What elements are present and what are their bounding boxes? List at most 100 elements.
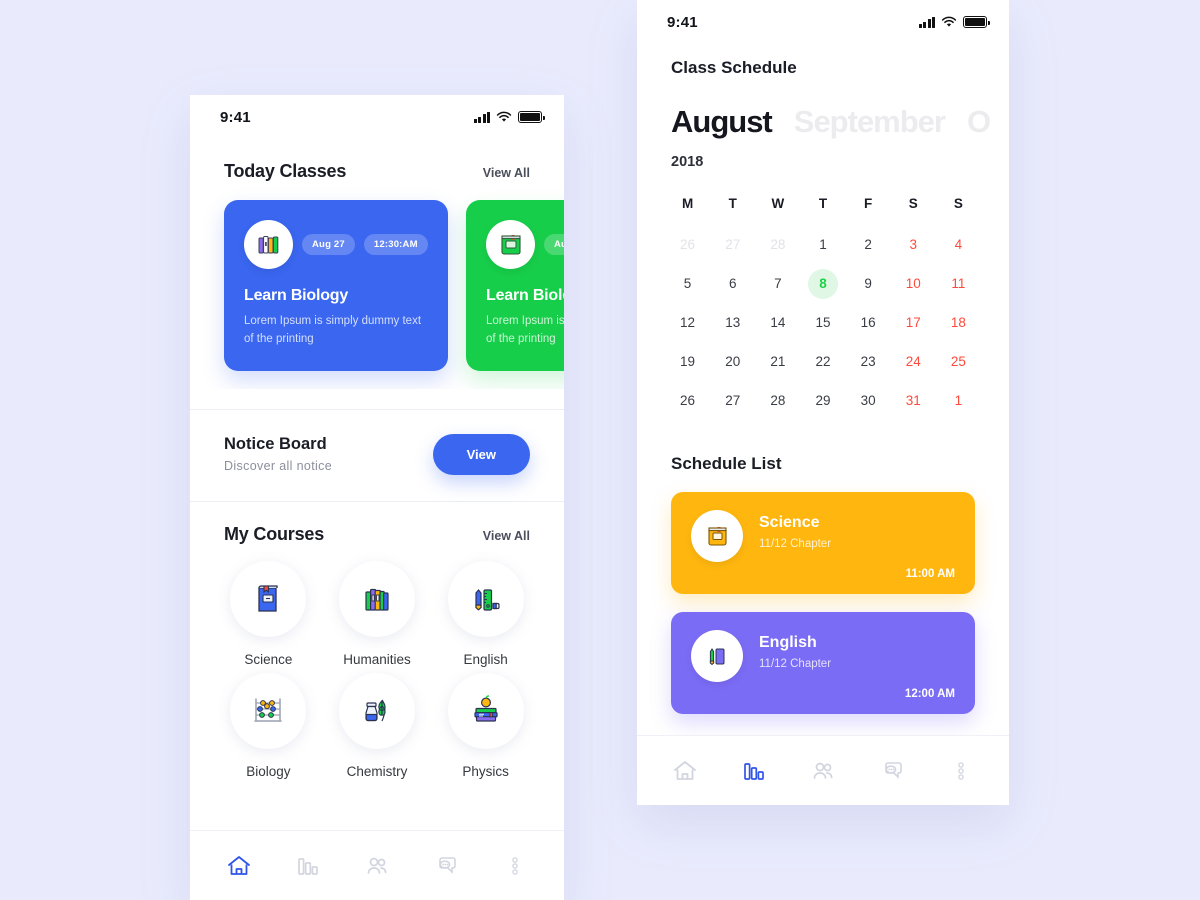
course-item-humanities[interactable]: Humanities (323, 560, 432, 667)
schedule-card-english[interactable]: English 11/12 Chapter 12:00 AM (671, 612, 975, 714)
schedule-card-chapter: 11/12 Chapter (759, 538, 832, 550)
calendar-day-number: 4 (954, 237, 963, 252)
chat-icon (439, 856, 456, 874)
calendar-day[interactable]: 25 (936, 342, 981, 381)
status-bar-left: 9:41 (190, 95, 564, 139)
notice-view-button[interactable]: View (432, 433, 530, 475)
calendar-day[interactable]: 6 (710, 264, 755, 303)
class-card-title: Learn Biology (244, 287, 349, 304)
class-card-blue[interactable]: Aug 27 12:30:AM Learn Biology Lorem Ipsu… (224, 200, 448, 371)
notice-board-section: Notice Board Discover all notice View (190, 410, 564, 501)
today-classes-carousel[interactable]: Aug 27 12:30:AM Learn Biology Lorem Ipsu… (190, 182, 564, 389)
my-courses-header: My Courses View All (190, 524, 564, 545)
calendar-day[interactable]: 28 (755, 381, 800, 420)
calendar-day[interactable]: 31 (891, 381, 936, 420)
calendar-day[interactable]: 29 (800, 381, 845, 420)
month-selector[interactable]: August September O (637, 78, 1009, 140)
calendar-day-selected[interactable]: 8 (800, 264, 845, 303)
nav-chat-button[interactable] (424, 844, 468, 888)
calendar-day[interactable]: 24 (891, 342, 936, 381)
today-view-all-link[interactable]: View All (483, 166, 530, 180)
dow-label: F (864, 196, 873, 211)
course-item-biology[interactable]: Biology (214, 672, 323, 779)
course-item-chemistry[interactable]: Chemistry (323, 672, 432, 779)
nav-stats-button[interactable] (286, 844, 330, 888)
calendar-day[interactable]: 27 (710, 225, 755, 264)
course-label: Humanities (343, 651, 411, 667)
calendar-day-number: 2 (864, 237, 872, 252)
calendar-day[interactable]: 16 (846, 303, 891, 342)
month-august[interactable]: August (671, 104, 773, 140)
calendar-day[interactable]: 19 (665, 342, 710, 381)
calendar-day[interactable]: 17 (891, 303, 936, 342)
calendar-day[interactable]: 13 (710, 303, 755, 342)
nav-home-button[interactable] (663, 749, 707, 793)
nav-group-button[interactable] (801, 749, 845, 793)
calendar-dow-row: M T W T F S S (665, 188, 981, 225)
nav-more-button[interactable] (939, 749, 983, 793)
calendar-day[interactable]: 27 (710, 381, 755, 420)
calendar-week-row: 19 20 21 22 23 24 25 (665, 342, 981, 381)
courses-grid: Science Humanities English Biology Chemi… (190, 545, 564, 779)
calendar-day[interactable]: 1 (800, 225, 845, 264)
battery-icon (518, 111, 545, 123)
calendar-day[interactable]: 10 (891, 264, 936, 303)
calendar-day[interactable]: 22 (800, 342, 845, 381)
nav-more-button[interactable] (493, 844, 537, 888)
schedule-card-text: Science 11/12 Chapter (759, 510, 831, 550)
calendar-day[interactable]: 30 (846, 381, 891, 420)
battery-icon (963, 16, 990, 28)
calendar-day-number: 5 (683, 276, 692, 291)
calendar-day[interactable]: 15 (800, 303, 845, 342)
calendar-day[interactable]: 18 (936, 303, 981, 342)
calendar-day[interactable]: 21 (755, 342, 800, 381)
month-october[interactable]: O (967, 104, 991, 140)
courses-view-all-link[interactable]: View All (483, 529, 530, 543)
status-icons (473, 111, 545, 123)
calendar-day[interactable]: 20 (710, 342, 755, 381)
phone-left: 9:41 Today Classes View All Aug 27 12:30… (190, 95, 564, 900)
dow-label: S (908, 196, 918, 211)
calendar-day[interactable]: 14 (755, 303, 800, 342)
nav-group-button[interactable] (355, 844, 399, 888)
schedule-card-science[interactable]: Science 11/12 Chapter 11:00 AM (671, 492, 975, 594)
nav-stats-button[interactable] (732, 749, 776, 793)
calendar-day[interactable]: 1 (936, 381, 981, 420)
calendar-day-number: 21 (770, 354, 786, 369)
schedule-list: Science 11/12 Chapter 11:00 AM English 1… (637, 474, 1009, 714)
calendar-day-number: 22 (815, 354, 831, 369)
calendar-day[interactable]: 3 (891, 225, 936, 264)
calendar-day-number: 7 (774, 276, 782, 291)
calendar-day[interactable]: 2 (846, 225, 891, 264)
calendar-day[interactable]: 12 (665, 303, 710, 342)
month-september[interactable]: September (794, 104, 946, 140)
dow-label: T (728, 196, 737, 211)
course-item-english[interactable]: English (431, 560, 540, 667)
page-title: Today Classes (224, 161, 347, 181)
calendar-day[interactable]: 7 (755, 264, 800, 303)
calendar-day-number: 18 (950, 315, 966, 330)
class-date-badge: Aug 27 (544, 234, 564, 255)
nav-home-button[interactable] (217, 844, 261, 888)
calendar-day[interactable]: 26 (665, 381, 710, 420)
course-item-science[interactable]: Science (214, 560, 323, 667)
calendar-day[interactable]: 5 (665, 264, 710, 303)
calendar-day-number: 28 (770, 393, 786, 408)
nav-chat-button[interactable] (870, 749, 914, 793)
my-courses-section: My Courses View All Science Humanities E… (190, 502, 564, 793)
stats-icon (744, 762, 765, 780)
calendar-day[interactable]: 11 (936, 264, 981, 303)
course-item-physics[interactable]: Physics (431, 672, 540, 779)
class-card-desc: Lorem Ipsum is simply dummy text of the … (244, 315, 422, 346)
calendar-day[interactable]: 26 (665, 225, 710, 264)
calendar-day[interactable]: 23 (846, 342, 891, 381)
calendar-day[interactable]: 9 (846, 264, 891, 303)
schedule-list-title: Schedule List (671, 454, 782, 473)
calendar-day-number: 28 (770, 237, 786, 252)
calendar-day[interactable]: 4 (936, 225, 981, 264)
calendar-day[interactable]: 28 (755, 225, 800, 264)
class-card-green[interactable]: Aug 27 Learn Biology Lorem Ipsum is simp… (466, 200, 564, 371)
calendar-day-number: 15 (815, 315, 831, 330)
schedule-card-name: Science (759, 514, 820, 531)
more-icon (512, 856, 519, 875)
